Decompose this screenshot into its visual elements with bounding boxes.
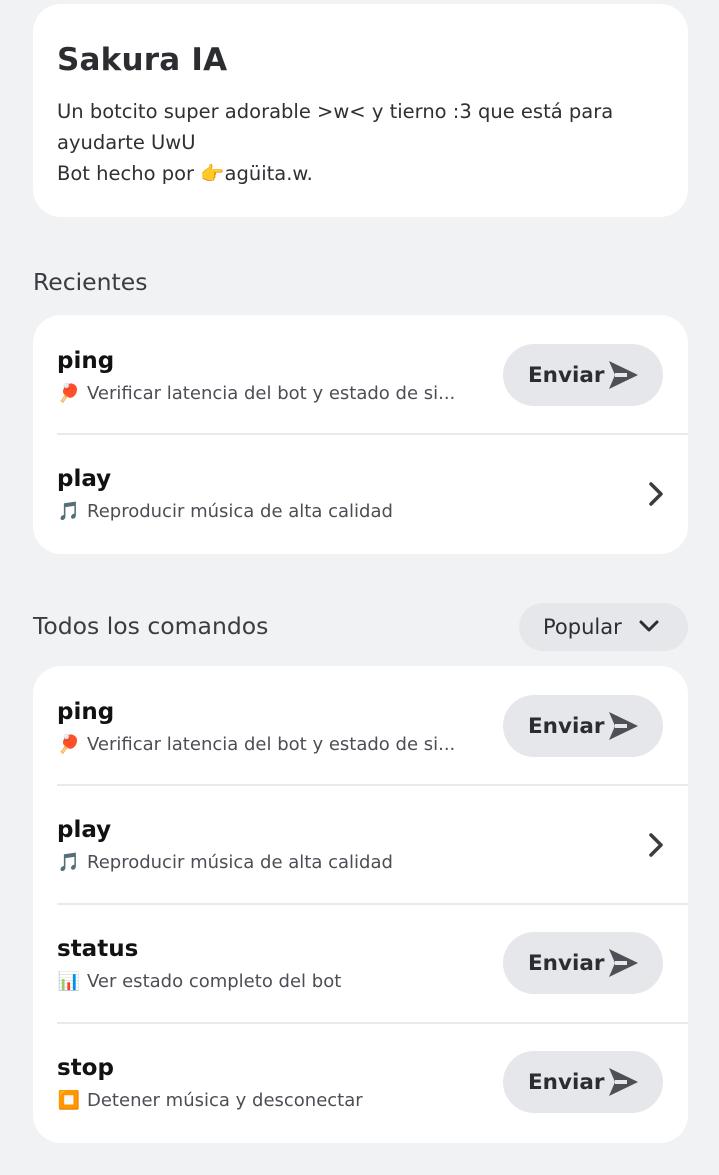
command-description-text: Ver estado completo del bot [87,971,342,992]
send-icon [609,1068,638,1096]
command-description: 🎵 Reproducir música de alta calidad [57,852,467,873]
recientes-list: ping 🏓 Verificar latencia del bot y estad… [33,315,688,554]
command-name: stop [57,1055,114,1081]
send-button[interactable]: Enviar [503,695,663,757]
send-icon [609,949,638,977]
send-button-label: Enviar [528,362,605,388]
command-name: status [57,936,139,962]
command-row-play[interactable]: play 🎵 Reproducir música de alta calidad [33,433,688,551]
music-note-icon: 🎵 [57,501,81,522]
command-description: 🏓 Verificar latencia del bot y estado de … [57,734,467,755]
all-commands-list: ping 🏓 Verificar latencia del bot y estad… [33,666,688,1143]
command-row-play[interactable]: play 🎵 Reproducir música de alta calidad [33,784,688,902]
todos-title: Todos los comandos [33,612,269,640]
command-name: play [57,817,112,843]
ping-pong-icon: 🏓 [57,383,81,404]
command-row-ping[interactable]: ping 🏓 Verificar latencia del bot y estad… [33,315,688,433]
send-button[interactable]: Enviar [503,344,663,406]
send-button[interactable]: Enviar [503,932,663,994]
command-row-ping[interactable]: ping 🏓 Verificar latencia del bot y estad… [33,666,688,784]
bot-author-name: agüita.w. [224,162,313,185]
send-button[interactable]: Enviar [503,1051,663,1113]
sort-dropdown[interactable]: Popular [519,603,688,651]
bot-description-line: Un botcito super adorable >w< y tierno :… [57,100,614,123]
bar-chart-icon: 📊 [57,971,81,992]
bot-name: Sakura IA [57,42,228,78]
recientes-title: Recientes [33,268,148,296]
ping-pong-icon: 🏓 [57,734,81,755]
chevron-right-icon[interactable] [646,481,666,507]
command-description-text: Detener música y desconectar [87,1090,363,1111]
send-button-label: Enviar [528,950,605,976]
music-note-icon: 🎵 [57,852,81,873]
divider [57,903,688,905]
send-icon [609,712,638,740]
command-description-text: Verificar latencia del bot y estado de s… [87,734,456,755]
command-name: ping [57,699,115,725]
bot-info-card: Sakura IA Un botcito super adorable >w< … [33,4,688,217]
command-description: 📊 Ver estado completo del bot [57,971,467,992]
bot-description-line: ayudarte UwU [57,131,196,154]
divider [57,784,688,786]
sort-dropdown-label: Popular [543,615,622,639]
bot-author-prefix: Bot hecho por [57,162,201,185]
command-name: play [57,466,112,492]
command-description: 🏓 Verificar latencia del bot y estado de … [57,383,467,404]
send-icon [609,361,638,389]
command-description-text: Verificar latencia del bot y estado de s… [87,383,456,404]
pointing-hand-icon: 👉 [200,162,225,185]
command-description: 🎵 Reproducir música de alta calidad [57,501,467,522]
send-button-label: Enviar [528,1069,605,1095]
command-description-text: Reproducir música de alta calidad [87,852,393,873]
command-row-status[interactable]: status 📊 Ver estado completo del bot Envi… [33,903,688,1021]
send-button-label: Enviar [528,713,605,739]
chevron-down-icon [639,620,659,632]
command-description: ⏹️ Detener música y desconectar [57,1090,467,1111]
bot-description: Un botcito super adorable >w< y tierno :… [57,96,657,189]
command-description-text: Reproducir música de alta calidad [87,501,393,522]
chevron-right-icon[interactable] [646,832,666,858]
divider [57,1022,688,1024]
command-name: ping [57,348,115,374]
command-row-stop[interactable]: stop ⏹️ Detener música y desconectar Envi… [33,1022,688,1140]
stop-button-icon: ⏹️ [57,1090,81,1111]
divider [57,433,688,435]
bot-author-line: Bot hecho por 👉agüita.w. [57,158,657,189]
